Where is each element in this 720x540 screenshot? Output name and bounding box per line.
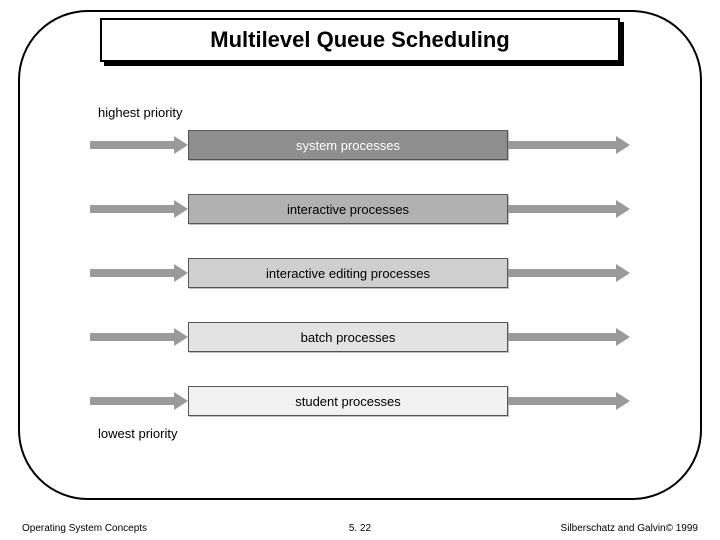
queue-label: system processes [296,138,400,153]
arrow-left-icon [90,203,188,215]
queue-row: system processes [90,126,630,164]
queue-row: interactive editing processes [90,254,630,292]
queue-box: interactive editing processes [188,258,508,288]
queue-box: batch processes [188,322,508,352]
queue-label: batch processes [301,330,396,345]
arrow-left-icon [90,267,188,279]
arrow-right-icon [508,203,630,215]
arrow-left-icon [90,331,188,343]
arrow-right-icon [508,395,630,407]
footer-left: Operating System Concepts [22,523,147,534]
queue-label: interactive processes [287,202,409,217]
queue-row: interactive processes [90,190,630,228]
queue-box: student processes [188,386,508,416]
arrow-right-icon [508,331,630,343]
arrow-right-icon [508,139,630,151]
highest-priority-label: highest priority [98,105,630,120]
footer-center: 5. 22 [349,523,371,534]
queue-label: interactive editing processes [266,266,430,281]
footer: Operating System Concepts 5. 22 Silbersc… [0,523,720,534]
lowest-priority-label: lowest priority [98,426,630,441]
queue-row: batch processes [90,318,630,356]
arrow-left-icon [90,139,188,151]
title-box: Multilevel Queue Scheduling [100,18,620,62]
queue-box: interactive processes [188,194,508,224]
queue-box: system processes [188,130,508,160]
arrow-right-icon [508,267,630,279]
queue-diagram: highest priority system processes interac… [90,105,630,441]
footer-right: Silberschatz and Galvin© 1999 [561,523,698,534]
queue-label: student processes [295,394,401,409]
slide-title: Multilevel Queue Scheduling [210,27,510,53]
queue-row: student processes [90,382,630,420]
arrow-left-icon [90,395,188,407]
